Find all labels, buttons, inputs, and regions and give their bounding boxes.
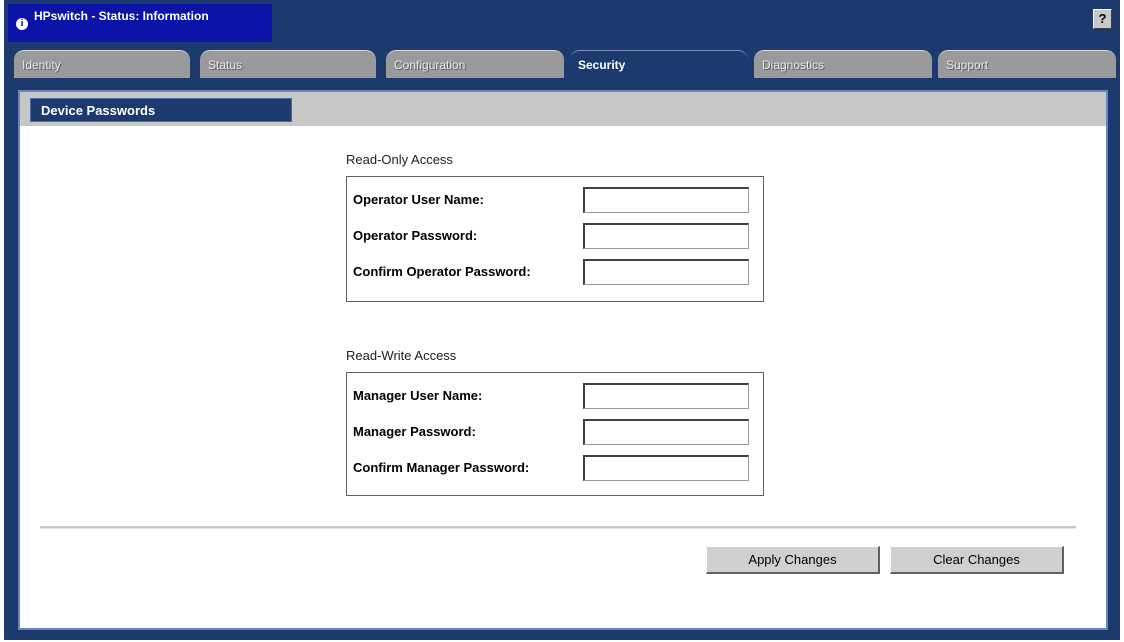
read-only-group: Operator User Name: Operator Password: C…	[346, 176, 764, 302]
confirm-operator-password-row: Confirm Operator Password:	[347, 255, 763, 289]
operator-user-row: Operator User Name:	[347, 183, 763, 217]
confirm-operator-password-label: Confirm Operator Password:	[353, 264, 531, 279]
confirm-manager-password-label: Confirm Manager Password:	[353, 460, 530, 475]
read-write-label: Read-Write Access	[346, 348, 457, 363]
manager-user-row: Manager User Name:	[347, 379, 763, 413]
window-title: HPswitch - Status: Information	[34, 9, 209, 23]
manager-password-label: Manager Password:	[353, 424, 476, 439]
tab-status[interactable]: Status	[200, 50, 376, 78]
section-title: Device Passwords	[30, 98, 292, 122]
confirm-manager-password-input[interactable]	[583, 455, 749, 481]
operator-password-input[interactable]	[583, 223, 749, 249]
confirm-manager-password-row: Confirm Manager Password:	[347, 451, 763, 485]
info-icon: i	[16, 18, 28, 30]
section-bar: Device Passwords	[20, 92, 1106, 126]
tab-configuration[interactable]: Configuration	[386, 50, 564, 78]
operator-password-row: Operator Password:	[347, 219, 763, 253]
help-icon[interactable]: ?	[1093, 9, 1112, 29]
tab-bar: Identity Status Configuration Security D…	[14, 50, 1120, 80]
tab-diagnostics[interactable]: Diagnostics	[754, 50, 932, 78]
app-frame: i HPswitch - Status: Information ? Ident…	[4, 0, 1120, 640]
tab-support[interactable]: Support	[938, 50, 1116, 78]
operator-user-label: Operator User Name:	[353, 192, 484, 207]
top-bar: i HPswitch - Status: Information ?	[4, 0, 1120, 46]
content-panel: Device Passwords Read-Only Access Operat…	[18, 90, 1108, 630]
manager-user-input[interactable]	[583, 383, 749, 409]
manager-password-input[interactable]	[583, 419, 749, 445]
read-only-label: Read-Only Access	[346, 152, 453, 167]
tab-identity[interactable]: Identity	[14, 50, 190, 78]
read-write-group: Manager User Name: Manager Password: Con…	[346, 372, 764, 496]
confirm-operator-password-input[interactable]	[583, 259, 749, 285]
manager-password-row: Manager Password:	[347, 415, 763, 449]
divider	[40, 526, 1076, 529]
apply-changes-button[interactable]: Apply Changes	[706, 546, 880, 574]
manager-user-label: Manager User Name:	[353, 388, 483, 403]
operator-password-label: Operator Password:	[353, 228, 478, 243]
window-title-box: i HPswitch - Status: Information	[8, 4, 272, 42]
tab-security[interactable]: Security	[570, 50, 748, 78]
operator-user-input[interactable]	[583, 187, 749, 213]
clear-changes-button[interactable]: Clear Changes	[890, 546, 1064, 574]
